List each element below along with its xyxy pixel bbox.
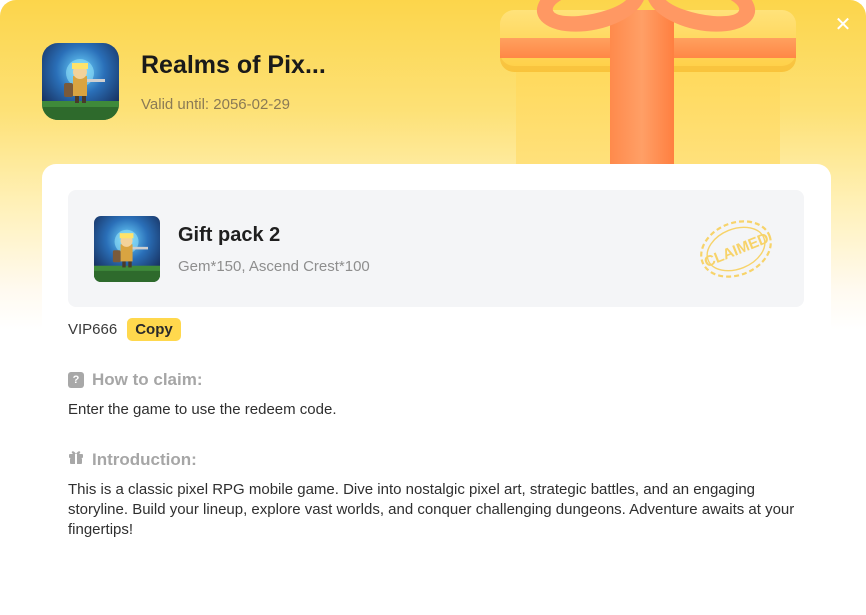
gift-ribbon-vertical: [610, 10, 674, 180]
close-button[interactable]: ✕: [830, 12, 856, 38]
introduction-heading: Introduction:: [68, 449, 197, 470]
gift-pack-modal: ✕ Realms of Pix... Valid until: 2056-02-…: [0, 0, 866, 615]
claimed-stamp-text: CLAIMED: [702, 230, 772, 271]
how-to-claim-heading: ? How to claim:: [68, 370, 203, 390]
copy-code-button[interactable]: Copy: [127, 317, 181, 341]
gift-pack-card: Gift pack 2 Gem*150, Ascend Crest*100 CL…: [68, 190, 804, 307]
question-icon: ?: [68, 372, 84, 388]
gift-pack-items: Gem*150, Ascend Crest*100: [178, 258, 370, 275]
redeem-code: VIP666: [68, 320, 118, 338]
redeem-code-row: VIP666 Copy: [68, 316, 181, 342]
claimed-stamp: CLAIMED: [696, 214, 776, 284]
how-to-claim-label: How to claim:: [92, 370, 203, 389]
introduction-text: This is a classic pixel RPG mobile game.…: [68, 481, 795, 538]
gift-icon: [68, 449, 84, 470]
game-title: Realms of Pix...: [141, 51, 326, 79]
gift-box-illustration: [496, 0, 806, 180]
introduction-label: Introduction:: [92, 449, 197, 469]
content-panel: Gift pack 2 Gem*150, Ascend Crest*100 CL…: [42, 164, 831, 615]
pack-game-icon: [94, 216, 160, 282]
gift-pack-title: Gift pack 2: [178, 224, 281, 246]
game-icon: [42, 43, 119, 120]
valid-until-date: Valid until: 2056-02-29: [141, 96, 290, 113]
close-icon: ✕: [834, 14, 852, 36]
how-to-claim-text: Enter the game to use the redeem code.: [68, 401, 337, 418]
